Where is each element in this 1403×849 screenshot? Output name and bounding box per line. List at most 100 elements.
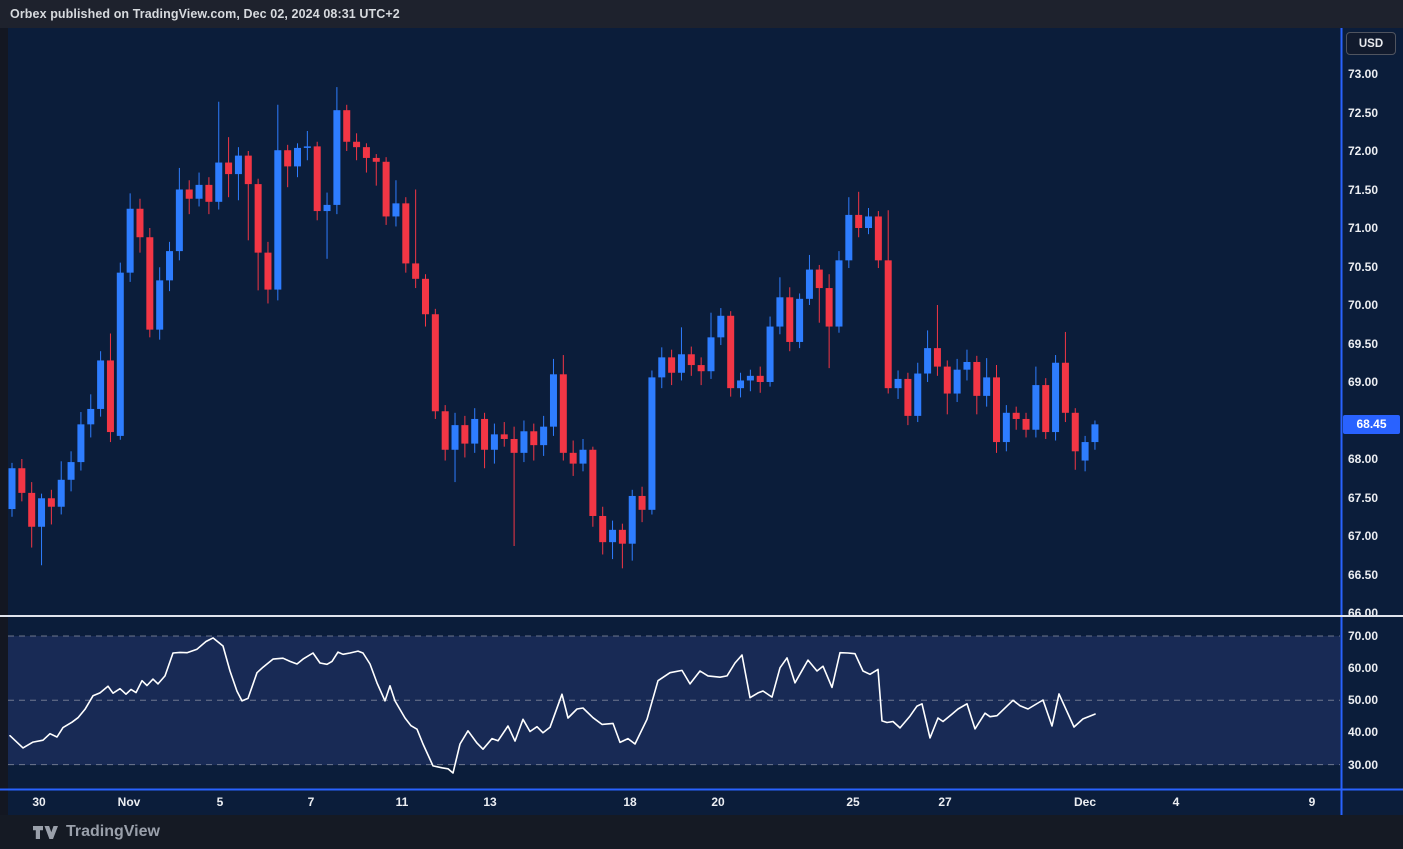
candle-body	[855, 215, 862, 228]
candle-body	[658, 357, 665, 377]
candle-body	[835, 260, 842, 326]
candle-body	[235, 156, 242, 174]
candle-body	[107, 360, 114, 432]
price-tick-label: 69.00	[1348, 374, 1400, 390]
candle-body	[609, 530, 616, 542]
chart-canvas[interactable]	[0, 0, 1403, 849]
candle-body	[530, 431, 537, 445]
price-tick-label: 72.50	[1348, 105, 1400, 121]
candle-body	[146, 237, 153, 329]
candle-body	[205, 185, 212, 202]
pane-splitter[interactable]	[0, 615, 1403, 617]
candle-body	[895, 379, 902, 388]
tradingview-brand-text: TradingView	[66, 823, 160, 841]
candle-body	[432, 314, 439, 411]
price-tick-label: 73.00	[1348, 66, 1400, 82]
publish-header: Orbex published on TradingView.com, Dec …	[0, 0, 1403, 28]
candle-body	[1023, 419, 1030, 430]
candle-body	[127, 209, 134, 273]
rsi-tick-label: 60.00	[1348, 660, 1400, 676]
candle-body	[983, 377, 990, 395]
candle-body	[707, 337, 714, 371]
chart-window: Orbex published on TradingView.com, Dec …	[0, 0, 1403, 849]
candle-body	[343, 110, 350, 142]
price-tick-label: 69.50	[1348, 336, 1400, 352]
candle-body	[589, 450, 596, 516]
candle-body	[698, 365, 705, 371]
candle-body	[1062, 363, 1069, 413]
candle-body	[776, 297, 783, 326]
price-tick-label: 71.00	[1348, 220, 1400, 236]
rsi-tick-label: 70.00	[1348, 628, 1400, 644]
candle-body	[993, 377, 1000, 442]
candle-body	[412, 263, 419, 278]
currency-toggle-button[interactable]: USD	[1346, 32, 1396, 55]
candle-body	[1032, 385, 1039, 430]
candle-body	[294, 148, 301, 166]
candle-body	[717, 316, 724, 338]
candle-body	[324, 205, 331, 211]
footer-bar: TradingView	[0, 815, 1403, 849]
candle-body	[629, 496, 636, 544]
candle-body	[176, 190, 183, 252]
candle-body	[402, 203, 409, 263]
candle-body	[796, 299, 803, 342]
candle-body	[117, 273, 124, 436]
candle-body	[806, 270, 813, 299]
price-tick-label: 67.00	[1348, 528, 1400, 544]
candle-body	[422, 279, 429, 314]
candle-body	[452, 425, 459, 450]
time-tick-label: Nov	[118, 794, 141, 810]
candle-body	[737, 380, 744, 388]
price-tick-label: 70.00	[1348, 297, 1400, 313]
price-tick-label: 70.50	[1348, 259, 1400, 275]
candle-body	[757, 376, 764, 382]
time-tick-label: 5	[217, 794, 224, 810]
candle-body	[520, 431, 527, 453]
candle-body	[68, 462, 75, 480]
candle-body	[304, 146, 311, 148]
candle-body	[639, 496, 646, 510]
candle-body	[461, 425, 468, 443]
time-tick-label: 27	[938, 794, 951, 810]
time-tick-label: 13	[483, 794, 496, 810]
candle-body	[383, 162, 390, 217]
candle-body	[786, 297, 793, 342]
candle-body	[540, 427, 547, 445]
candle-body	[481, 419, 488, 450]
candle-body	[914, 374, 921, 416]
time-tick-label: 11	[396, 794, 409, 810]
candle-body	[471, 419, 478, 444]
time-tick-label: 7	[308, 794, 315, 810]
candle-body	[648, 377, 655, 509]
candle-body	[570, 453, 577, 464]
candle-body	[580, 450, 587, 464]
candle-body	[727, 316, 734, 388]
candle-body	[87, 409, 94, 424]
candle-body	[560, 374, 567, 453]
candle-body	[9, 468, 16, 509]
rsi-tick-label: 30.00	[1348, 757, 1400, 773]
candle-body	[875, 216, 882, 260]
candle-body	[215, 163, 222, 202]
candle-body	[18, 468, 25, 493]
candle-body	[1003, 413, 1010, 442]
tradingview-link[interactable]: TradingView	[33, 823, 160, 841]
candle-body	[1072, 413, 1079, 452]
publish-text: Orbex published on TradingView.com, Dec …	[10, 7, 400, 21]
candle-body	[688, 354, 695, 365]
candle-body	[511, 439, 518, 453]
last-price-badge: 68.45	[1343, 415, 1400, 434]
candle-body	[264, 253, 271, 290]
candle-body	[48, 498, 55, 506]
time-tick-label: 9	[1309, 794, 1316, 810]
time-tick-label: Dec	[1074, 794, 1096, 810]
candle-body	[77, 424, 84, 462]
candle-body	[668, 357, 675, 372]
candle-body	[333, 110, 340, 205]
candle-body	[442, 411, 449, 450]
candle-body	[973, 362, 980, 396]
candle-body	[885, 260, 892, 388]
time-tick-label: 25	[846, 794, 859, 810]
left-margin-strip	[0, 28, 8, 815]
